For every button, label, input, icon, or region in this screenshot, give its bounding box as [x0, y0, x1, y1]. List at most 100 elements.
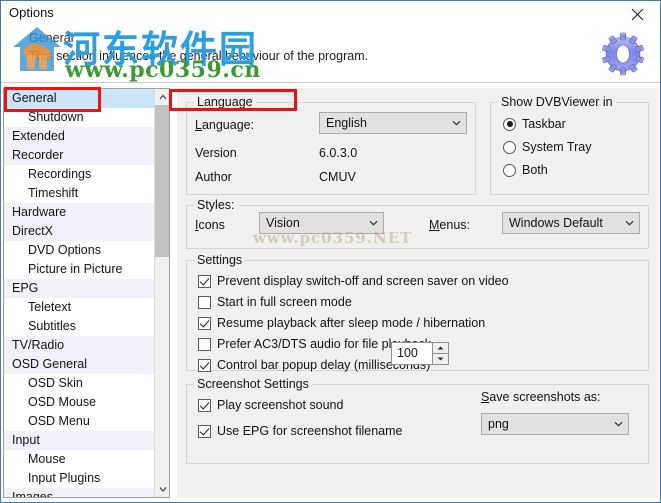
settings-panel: Language Language: English Version 6.0.3… [177, 88, 658, 498]
sidebar-item-osd-menu[interactable]: OSD Menu [4, 412, 154, 431]
radio-both-label: Both [522, 163, 548, 177]
radio-indicator [503, 117, 516, 131]
sidebar-item-label: Hardware [12, 205, 67, 219]
checkbox-label: Start in full screen mode [217, 295, 352, 309]
sidebar-item-teletext[interactable]: Teletext [4, 298, 154, 317]
checkbox-prevent-display-switchoff[interactable]: Prevent display switch-off and screen sa… [198, 272, 509, 290]
sidebar-item-label: OSD Menu [28, 414, 90, 428]
checkbox-use-epg-filename[interactable]: Use EPG for screenshot filename [198, 422, 403, 440]
checkbox-indicator [198, 337, 211, 351]
sidebar-item-mouse[interactable]: Mouse [4, 450, 154, 469]
checkbox-indicator [198, 358, 211, 372]
spinner-up-icon [437, 346, 444, 350]
chevron-up-icon [159, 94, 166, 100]
sidebar-item-label: OSD Mouse [28, 395, 97, 409]
sidebar-item-shutdown[interactable]: Shutdown [4, 108, 154, 127]
sidebar-item-picture-in-picture[interactable]: Picture in Picture [4, 260, 154, 279]
chevron-down-icon [608, 421, 628, 427]
sidebar-item-label: General [12, 91, 57, 105]
sidebar-item-osd-general[interactable]: OSD General [4, 355, 154, 374]
sidebar-item-input[interactable]: Input [4, 431, 154, 450]
language-combobox-value: English [326, 116, 367, 130]
checkbox-label: Play screenshot sound [217, 398, 344, 412]
sidebar-item-label: Extended [12, 129, 65, 143]
sidebar-item-label: Picture in Picture [28, 262, 123, 276]
radio-both[interactable]: Both [503, 161, 548, 179]
chevron-down-icon [363, 220, 383, 226]
sidebar-item-label: Images [12, 490, 53, 498]
sidebar-item-osd-skin[interactable]: OSD Skin [4, 374, 154, 393]
checkbox-start-fullscreen[interactable]: Start in full screen mode [198, 293, 352, 311]
checkbox-indicator [198, 424, 211, 438]
sidebar-item-label: Recorder [12, 148, 64, 162]
sidebar-item-tv-radio[interactable]: TV/Radio [4, 336, 154, 355]
version-value: 6.0.3.0 [319, 146, 358, 160]
sidebar-item-label: EPG [12, 281, 39, 295]
scroll-down-button[interactable] [155, 481, 169, 497]
icons-combobox-value: Vision [266, 216, 300, 230]
sidebar-item-subtitles[interactable]: Subtitles [4, 317, 154, 336]
title-bar: Options [1, 1, 660, 27]
sidebar-item-label: OSD Skin [28, 376, 83, 390]
tree-scrollbar[interactable] [154, 89, 169, 497]
scroll-up-button[interactable] [155, 89, 169, 105]
radio-taskbar-label: Taskbar [522, 117, 566, 131]
sidebar-item-label: OSD General [12, 357, 88, 371]
header-description: This section influences the general beha… [29, 49, 369, 63]
menus-label: Menus: [429, 218, 471, 232]
icons-combobox[interactable]: Vision [259, 212, 384, 234]
sidebar-item-label: Subtitles [28, 319, 76, 333]
screenshot-settings-group-title: Screenshot Settings [194, 377, 312, 391]
checkbox-play-screenshot-sound[interactable]: Play screenshot sound [198, 396, 343, 414]
chevron-down-icon [159, 487, 166, 492]
sidebar-item-directx[interactable]: DirectX [4, 222, 154, 241]
chevron-down-icon [446, 120, 466, 126]
sidebar-item-label: Recordings [28, 167, 92, 181]
menus-combobox[interactable]: Windows Default [502, 212, 640, 234]
checkbox-indicator [198, 316, 211, 330]
radio-taskbar[interactable]: Taskbar [503, 115, 566, 133]
sidebar-item-hardware[interactable]: Hardware [4, 203, 154, 222]
spinner-down-button[interactable] [432, 353, 449, 365]
sidebar-item-osd-mouse[interactable]: OSD Mouse [4, 393, 154, 412]
checkbox-resume-playback[interactable]: Resume playback after sleep mode / hiber… [198, 314, 485, 332]
sidebar-item-recorder[interactable]: Recorder [4, 146, 154, 165]
settings-group-title: Settings [194, 253, 246, 267]
close-icon [631, 8, 643, 20]
close-button[interactable] [614, 1, 660, 27]
sidebar-item-label: Input [12, 433, 40, 447]
sidebar-item-input-plugins[interactable]: Input Plugins [4, 469, 154, 488]
scrollbar-thumb[interactable] [155, 105, 169, 257]
header-divider [1, 82, 660, 83]
language-combobox[interactable]: English [319, 112, 467, 134]
checkbox-indicator [198, 398, 211, 412]
menus-combobox-value: Windows Default [509, 216, 603, 230]
sidebar-item-epg[interactable]: EPG [4, 279, 154, 298]
control-bar-delay-input[interactable]: 100 [391, 342, 433, 365]
checkbox-label: Use EPG for screenshot filename [217, 424, 403, 438]
gear-icon [602, 32, 644, 76]
sidebar-item-dvd-options[interactable]: DVD Options [4, 241, 154, 260]
spinner-buttons [432, 342, 449, 365]
sidebar-item-label: DirectX [12, 224, 53, 238]
category-tree[interactable]: General Shutdown Extended Recorder Recording… [3, 88, 170, 498]
sidebar-item-timeshift[interactable]: Timeshift [4, 184, 154, 203]
radio-indicator [503, 163, 516, 177]
styles-group-title: Styles: [194, 198, 238, 212]
sidebar-item-label: Timeshift [28, 186, 79, 200]
sidebar-item-recordings[interactable]: Recordings [4, 165, 154, 184]
control-bar-delay-spinner[interactable]: 100 [391, 342, 449, 365]
options-dialog: Options General This section influences … [0, 0, 661, 503]
checkbox-indicator [198, 274, 211, 288]
dialog-header: General This section influences the gene… [1, 27, 660, 82]
language-group-title: Language [194, 95, 256, 109]
radio-system-tray[interactable]: System Tray [503, 138, 591, 156]
radio-system-tray-label: System Tray [522, 140, 592, 154]
save-format-combobox[interactable]: png [481, 413, 629, 435]
sidebar-item-images[interactable]: Images [4, 488, 154, 498]
sidebar-item-label: Shutdown [28, 110, 84, 124]
sidebar-item-general[interactable]: General [4, 89, 154, 108]
author-value: CMUV [319, 170, 356, 184]
sidebar-item-label: Teletext [28, 300, 72, 314]
sidebar-item-extended[interactable]: Extended [4, 127, 154, 146]
